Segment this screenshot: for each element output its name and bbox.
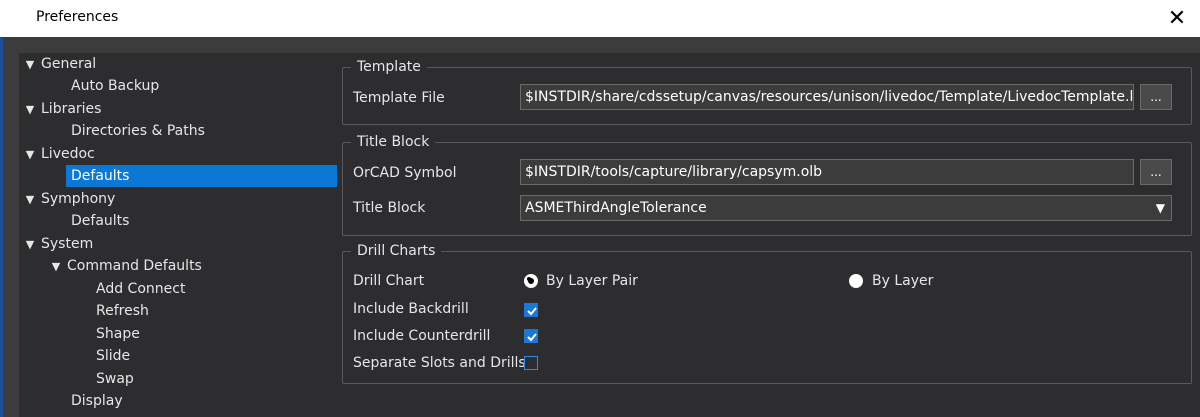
separate-slots-checkbox[interactable] xyxy=(524,356,538,370)
drill-charts-group: Drill Charts Drill Chart By Layer Pair B… xyxy=(342,242,1192,384)
include-counterdrill-label: Include Counterdrill xyxy=(353,328,491,344)
tree-item-refresh[interactable]: Refresh xyxy=(96,300,337,322)
title-block-group-title: Title Block xyxy=(351,133,436,151)
tree-item-swap[interactable]: Swap xyxy=(96,368,337,390)
orcad-symbol-label: OrCAD Symbol xyxy=(353,165,457,181)
tree-item-libraries[interactable]: ▼ Libraries xyxy=(19,98,337,120)
triangle-down-icon[interactable]: ▼ xyxy=(19,54,41,76)
triangle-down-icon[interactable]: ▼ xyxy=(19,99,41,121)
tree-item-add-connect[interactable]: Add Connect xyxy=(96,278,337,300)
close-button[interactable]: ✕ xyxy=(1154,0,1200,37)
checkmark-icon xyxy=(527,307,537,316)
include-counterdrill-checkbox[interactable] xyxy=(524,329,538,343)
tree-item-shape[interactable]: Shape xyxy=(96,323,337,345)
triangle-down-icon[interactable]: ▼ xyxy=(19,144,41,166)
chevron-down-icon[interactable]: ▼ xyxy=(1156,196,1165,220)
include-backdrill-label: Include Backdrill xyxy=(353,301,469,317)
tree-item-general[interactable]: ▼ General xyxy=(19,53,337,75)
triangle-down-icon[interactable]: ▼ xyxy=(45,256,67,278)
settings-content: Template Template File $INSTDIR/share/cd… xyxy=(339,53,1200,417)
title-block-select-value: ASMEThirdAngleTolerance xyxy=(525,200,707,216)
orcad-symbol-browse-button[interactable]: ... xyxy=(1140,159,1172,185)
title-block-select[interactable]: ASMEThirdAngleTolerance ▼ xyxy=(520,195,1172,221)
title-bar: Preferences ✕ xyxy=(0,0,1200,37)
include-backdrill-checkbox[interactable] xyxy=(524,303,538,317)
tree-item-directories-paths[interactable]: Directories & Paths xyxy=(19,120,337,142)
by-layer-radio[interactable] xyxy=(849,274,863,288)
template-group: Template Template File $INSTDIR/share/cd… xyxy=(342,58,1192,125)
preferences-tree: ▼ General Auto Backup ▼ Libraries Director… xyxy=(19,53,339,417)
by-layer-pair-radio[interactable] xyxy=(524,274,538,288)
by-layer-label[interactable]: By Layer xyxy=(872,271,933,291)
title-block-label: Title Block xyxy=(353,200,426,216)
checkmark-icon xyxy=(527,333,537,342)
template-group-title: Template xyxy=(351,58,427,76)
tree-item-command-defaults[interactable]: ▼ Command Defaults xyxy=(45,255,337,277)
tree-item-symphony[interactable]: ▼ Symphony xyxy=(19,188,337,210)
template-browse-button[interactable]: ... xyxy=(1140,84,1172,110)
tree-item-livedoc[interactable]: ▼ Livedoc xyxy=(19,143,337,165)
tree-item-symphony-defaults[interactable]: Defaults xyxy=(19,210,337,232)
tree-item-livedoc-defaults[interactable]: Defaults xyxy=(66,165,337,187)
tree-item-system[interactable]: ▼ System xyxy=(19,233,337,255)
drill-chart-label: Drill Chart xyxy=(353,273,425,289)
template-file-field[interactable]: $INSTDIR/share/cdssetup/canvas/resources… xyxy=(520,84,1134,110)
triangle-down-icon[interactable]: ▼ xyxy=(19,189,41,211)
tree-item-display[interactable]: Display xyxy=(71,390,337,412)
separate-slots-label: Separate Slots and Drills xyxy=(353,355,526,371)
tree-item-slide[interactable]: Slide xyxy=(96,345,337,367)
by-layer-pair-label[interactable]: By Layer Pair xyxy=(546,271,638,291)
drill-charts-group-title: Drill Charts xyxy=(351,242,442,260)
orcad-symbol-field[interactable]: $INSTDIR/tools/capture/library/capsym.ol… xyxy=(520,159,1134,185)
window-title: Preferences xyxy=(36,9,119,25)
close-icon: ✕ xyxy=(1167,6,1187,31)
tree-item-auto-backup[interactable]: Auto Backup xyxy=(19,75,337,97)
title-block-group: Title Block OrCAD Symbol $INSTDIR/tools/… xyxy=(342,133,1192,236)
template-file-label: Template File xyxy=(353,90,445,106)
triangle-down-icon[interactable]: ▼ xyxy=(19,234,41,256)
